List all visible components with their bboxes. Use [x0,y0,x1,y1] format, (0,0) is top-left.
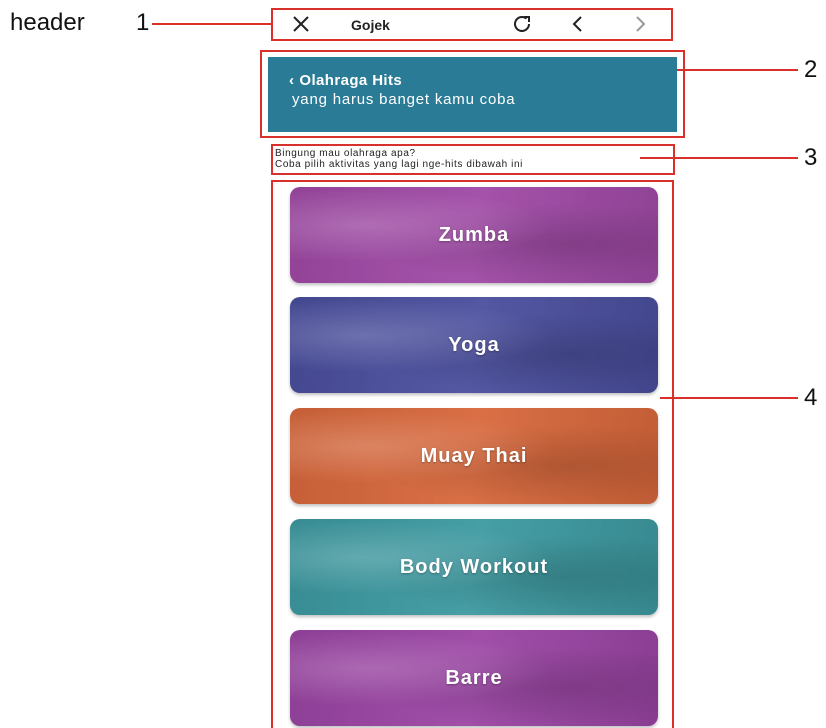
activity-card-zumba[interactable]: Zumba [290,187,658,283]
refresh-icon [514,15,530,32]
annotation-number-2: 2 [804,56,818,83]
annotation-line-4 [660,397,798,399]
header-title: Gojek [351,17,390,33]
intro-line-1: Bingung mau olahraga apa? [275,148,416,159]
chevron-right-icon [636,16,646,32]
annotation-number-4: 4 [804,384,818,411]
close-button[interactable] [289,12,313,36]
activity-label: Yoga [448,333,500,356]
forward-button[interactable] [629,12,651,36]
activity-card-muay-thai[interactable]: Muay Thai [290,408,658,504]
intro-text: Bingung mau olahraga apa? Coba pilih akt… [275,148,523,170]
annotation-number-3: 3 [804,144,818,171]
chevron-left-icon[interactable]: ‹ [289,72,294,89]
activity-card-body-workout[interactable]: Body Workout [290,519,658,615]
banner-subtitle: yang harus banget kamu coba [292,91,516,108]
refresh-button[interactable] [509,12,535,36]
annotation-line-3 [640,157,798,159]
activity-card-yoga[interactable]: Yoga [290,297,658,393]
banner-title: Olahraga Hits [299,72,403,89]
activity-label: Muay Thai [420,444,528,467]
activity-label: Body Workout [399,555,549,578]
activity-label: Barre [445,666,503,689]
annotation-line-1 [152,23,272,25]
annotation-number-1: 1 [136,9,150,36]
banner: ‹ Olahraga Hits yang harus banget kamu c… [268,57,677,132]
activity-label: Zumba [438,223,510,246]
intro-line-2: Coba pilih aktivitas yang lagi nge-hits … [275,159,523,170]
close-icon [293,16,309,32]
activity-card-barre[interactable]: Barre [290,630,658,726]
annotation-header-label: header [10,9,85,36]
chevron-left-icon [572,16,582,32]
header-bar: Gojek [271,8,672,40]
back-button[interactable] [567,12,589,36]
